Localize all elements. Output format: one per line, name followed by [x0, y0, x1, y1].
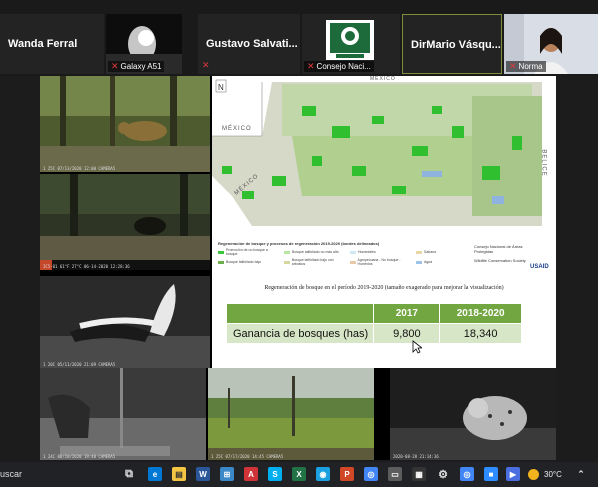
word-icon[interactable]: W	[196, 467, 210, 481]
mic-muted-icon: ✕	[202, 60, 210, 70]
calculator-icon[interactable]: ▦	[412, 467, 426, 481]
tray-chevron-icon[interactable]: ⌃	[574, 467, 588, 481]
task-view-icon[interactable]: ⧉	[122, 467, 136, 481]
camera-stamp: 1 20C 05/11/2020 21:09 CAMERA5	[43, 362, 116, 367]
zoom-meeting-icon[interactable]: ■	[484, 467, 498, 481]
skype-icon[interactable]: S	[268, 467, 282, 481]
camera-trap-photo: 1 25C 07/17/2020 14:45 CAMERA5	[208, 368, 374, 460]
windows-taskbar: uscar ⧉ e ▤ W ⊞ A S X ◉ P ◎ ▭ ▦ ⚙ ◎ ■ ▶ …	[0, 462, 598, 487]
participant-tile[interactable]: ✕ Norma	[504, 14, 598, 74]
mic-muted-icon: ✕	[307, 61, 315, 71]
taskbar-search-box[interactable]: uscar	[0, 469, 22, 479]
legend-swatch	[218, 250, 224, 254]
presentation-slide: N MÉXICO MÉXICO MÉXICO BELICE Regeneraci…	[212, 76, 556, 368]
legend-swatch	[350, 260, 356, 264]
camera-stamp: 1 24C 06/10/2020 19:40 CAMERA5	[43, 454, 116, 459]
camera-stamp: 2020-08-28 21:14:36	[393, 454, 439, 459]
participant-label: ✕ Norma	[506, 61, 546, 72]
forest-gain-table: 2017 2018-2020 Ganancia de bosques (has)…	[225, 303, 522, 344]
zoom-icon[interactable]: ◉	[316, 467, 330, 481]
camera-trap-photo: 2020-08-28 21:14:36	[390, 368, 556, 460]
camera-stamp: 1 25C 07/17/2020 14:45 CAMERA5	[211, 454, 284, 459]
legend-item: Promoción de no bosque a bosque	[218, 248, 280, 256]
powerpoint-icon[interactable]: P	[340, 467, 354, 481]
organization-logo	[326, 20, 374, 60]
participant-tile-active[interactable]: DirMario Vásqu...	[402, 14, 502, 74]
participant-strip: Wanda Ferral ✕ Galaxy A51 Gustavo Salvati…	[0, 0, 598, 76]
map-label: MÉXICO	[370, 76, 396, 82]
table-header-row: 2017 2018-2020	[225, 303, 522, 324]
camera-trap-photo: 1 20C 05/11/2020 21:09 CAMERA5	[40, 276, 210, 368]
camera-trap-photo: 1 24C 06/10/2020 19:40 CAMERA5	[40, 368, 206, 460]
legend-item: Bosque latifoliado bajo	[218, 258, 280, 266]
chrome-icon[interactable]: ◎	[364, 467, 378, 481]
legend-item: Bosque latifoliado no más alto	[284, 248, 346, 256]
mic-muted-icon: ✕	[509, 61, 517, 71]
excel-icon[interactable]: X	[292, 467, 306, 481]
table-header: 2017	[373, 303, 441, 324]
mouse-cursor-icon	[412, 340, 422, 354]
store-icon[interactable]: ⊞	[220, 467, 234, 481]
legend-item: Sabana	[416, 248, 478, 256]
file-explorer-icon[interactable]: ▤	[172, 467, 186, 481]
legend-swatch	[350, 250, 356, 254]
acrobat-icon[interactable]: A	[244, 467, 258, 481]
participant-name: Gustavo Salvati...	[206, 38, 298, 50]
camera-trap-photo: 1 25C 07/13/2020 12:00 CAMERA5	[40, 76, 210, 172]
weather-temperature[interactable]: 30°C	[544, 470, 562, 479]
chrome-profile-icon[interactable]: ◎	[460, 467, 474, 481]
table-header	[225, 303, 375, 324]
settings-gear-icon[interactable]: ⚙	[436, 467, 450, 481]
table-cell: 9,800	[373, 323, 441, 344]
logo-conap: Consejo Nacional de Áreas Protegidas	[474, 244, 523, 254]
logo-wcs: Wildlife Conservation Society	[474, 258, 526, 263]
participant-tile[interactable]: ✕ Galaxy A51	[106, 14, 182, 74]
legend-swatch	[416, 260, 422, 264]
legend-swatch	[284, 250, 290, 254]
legend-item: Agua	[416, 258, 478, 266]
svg-text:N: N	[218, 83, 224, 92]
map-label: BELICE	[540, 149, 547, 177]
legend-item: Bosque latifoliado bajo con arbustos	[284, 258, 346, 266]
participant-tile[interactable]: Gustavo Salvati... ✕	[198, 14, 300, 74]
camera-stamp: IC5-01 61°F 27°C 06-14-2020 12:28:36	[43, 264, 130, 269]
participant-tile[interactable]: Wanda Ferral	[0, 14, 104, 74]
legend-item: Humedales	[350, 248, 412, 256]
app-icon[interactable]: ▭	[388, 467, 402, 481]
camera-stamp: 1 25C 07/13/2020 12:00 CAMERA5	[43, 166, 116, 171]
table-row: Ganancia de bosques (has) 9,800 18,340	[225, 323, 522, 344]
mic-muted-icon: ✕	[111, 61, 119, 71]
camera-trap-photo: IC5-01 61°F 27°C 06-14-2020 12:28:36	[40, 174, 210, 270]
legend-swatch	[218, 260, 224, 264]
participant-label: ✕ Consejo Naci...	[304, 61, 374, 72]
legend-swatch	[416, 250, 422, 254]
table-cell: Ganancia de bosques (has)	[225, 323, 375, 344]
legend-item: Agropecuaria - No bosque - Humedos	[350, 258, 412, 266]
legend-swatch	[284, 260, 290, 264]
weather-sun-icon	[528, 469, 539, 480]
regeneration-map: N	[212, 76, 556, 238]
participant-name: Wanda Ferral	[8, 38, 78, 50]
table-header: 2018-2020	[439, 303, 522, 324]
table-cell: 18,340	[439, 323, 522, 344]
edge-icon[interactable]: e	[148, 467, 162, 481]
meeting-window: Wanda Ferral ✕ Galaxy A51 Gustavo Salvati…	[0, 0, 598, 487]
slide-caption: Regeneración de bosque en el período 201…	[264, 285, 504, 291]
video-app-icon[interactable]: ▶	[506, 467, 520, 481]
map-label: MÉXICO	[222, 126, 252, 132]
participant-label: ✕ Galaxy A51	[108, 61, 165, 72]
participant-tile[interactable]: ✕ Consejo Naci...	[302, 14, 400, 74]
logo-usaid: USAID	[530, 264, 549, 270]
shared-screen: 1 25C 07/13/2020 12:00 CAMERA5 IC5-01 61…	[40, 76, 556, 460]
participant-name: DirMario Vásqu...	[411, 39, 501, 51]
